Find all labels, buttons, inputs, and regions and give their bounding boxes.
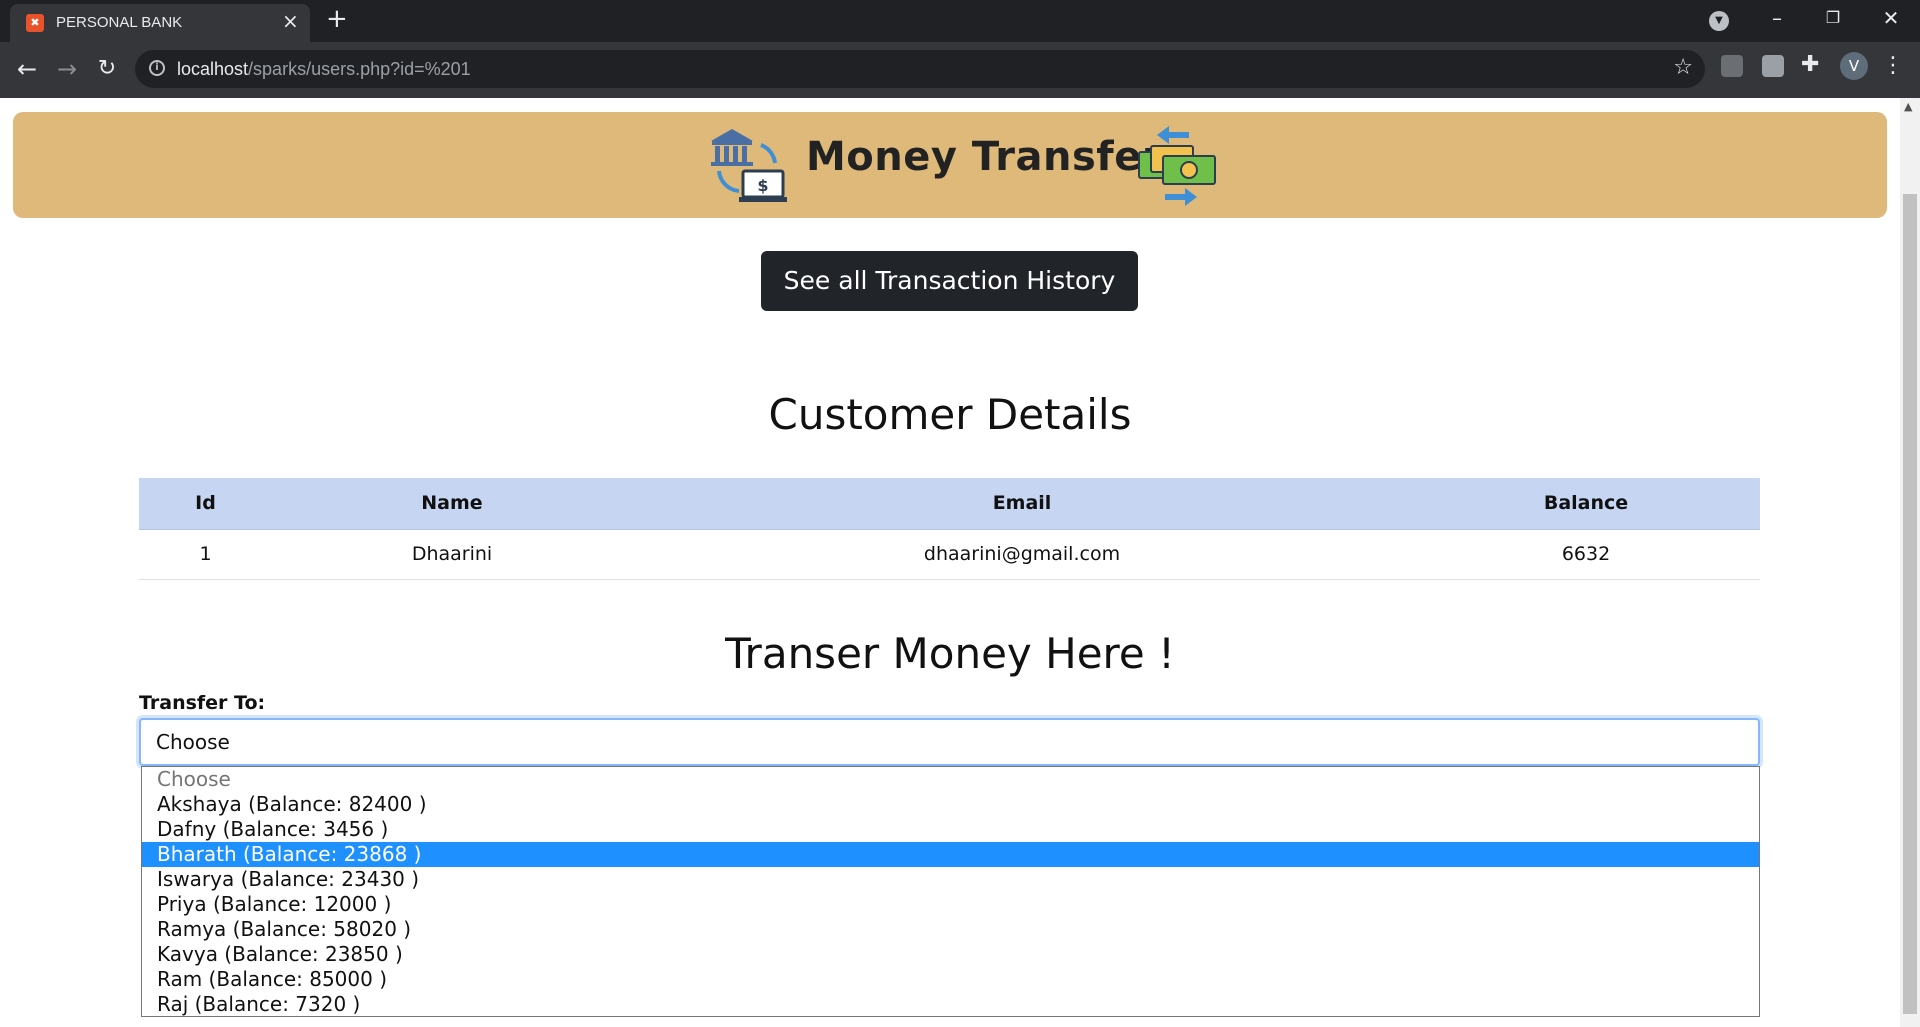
browser-toolbar: ← → ↻ i localhost/sparks/users.php?id=%2… xyxy=(0,42,1920,98)
cell-balance: 6632 xyxy=(1412,529,1760,580)
option-ramya[interactable]: Ramya (Balance: 58020 ) xyxy=(142,917,1759,942)
option-bharath[interactable]: Bharath (Balance: 23868 ) xyxy=(142,842,1759,867)
option-raj[interactable]: Raj (Balance: 7320 ) xyxy=(142,992,1759,1017)
tab-title: PERSONAL BANK xyxy=(56,14,183,31)
minimize-icon[interactable]: – xyxy=(1757,4,1797,32)
column-header-name: Name xyxy=(272,478,632,530)
tab-search-icon[interactable]: ▼ xyxy=(1709,11,1729,31)
transfer-to-label: Transfer To: xyxy=(139,692,266,714)
transfer-options-dropdown: Choose Akshaya (Balance: 82400 ) Dafny (… xyxy=(141,766,1760,1017)
back-icon[interactable]: ← xyxy=(10,52,44,86)
url-text: localhost/sparks/users.php?id=%201 xyxy=(177,59,471,79)
browser-tab-bar: ✖ PERSONAL BANK × + ▼ – ❐ ✕ xyxy=(0,0,1920,42)
option-dafny[interactable]: Dafny (Balance: 3456 ) xyxy=(142,817,1759,842)
scroll-up-arrow-icon[interactable]: ▲ xyxy=(1904,100,1912,113)
restore-icon[interactable]: ❐ xyxy=(1813,4,1853,32)
banner-title: Money Transfer xyxy=(806,134,1163,180)
header-banner: $ Money Transfer xyxy=(13,112,1887,218)
option-kavya[interactable]: Kavya (Balance: 23850 ) xyxy=(142,942,1759,967)
bank-transfer-icon: $ xyxy=(711,129,787,202)
option-iswarya[interactable]: Iswarya (Balance: 23430 ) xyxy=(142,867,1759,892)
address-bar[interactable]: i localhost/sparks/users.php?id=%201 ☆ xyxy=(135,50,1705,88)
customer-details-title: Customer Details xyxy=(768,390,1132,439)
new-tab-icon[interactable]: + xyxy=(326,6,348,32)
column-header-balance: Balance xyxy=(1412,478,1760,530)
table-header-row: Id Name Email Balance xyxy=(139,478,1760,530)
close-window-icon[interactable]: ✕ xyxy=(1871,4,1911,32)
profile-avatar[interactable]: V xyxy=(1840,52,1868,80)
xampp-favicon-icon: ✖ xyxy=(26,14,44,32)
transfer-to-select[interactable]: Choose xyxy=(139,718,1760,766)
page-viewport: $ Money Transfer See all Transaction His… xyxy=(0,98,1900,1027)
extension-icon[interactable] xyxy=(1762,55,1784,77)
option-priya[interactable]: Priya (Balance: 12000 ) xyxy=(142,892,1759,917)
bookmark-star-icon[interactable]: ☆ xyxy=(1673,55,1693,80)
column-header-email: Email xyxy=(632,478,1412,530)
svg-text:$: $ xyxy=(757,176,768,195)
customer-table: Id Name Email Balance 1 Dhaarini dhaarin… xyxy=(139,478,1760,580)
cell-email: dhaarini@gmail.com xyxy=(632,529,1412,580)
transfer-money-title: Transer Money Here ! xyxy=(725,629,1175,678)
table-row: 1 Dhaarini dhaarini@gmail.com 6632 xyxy=(139,529,1760,580)
reload-icon[interactable]: ↻ xyxy=(90,52,124,86)
extension-icon[interactable] xyxy=(1721,55,1743,77)
browser-tab[interactable]: ✖ PERSONAL BANK × xyxy=(10,4,310,42)
forward-icon[interactable]: → xyxy=(50,52,84,86)
option-ram[interactable]: Ram (Balance: 85000 ) xyxy=(142,967,1759,992)
money-exchange-icon xyxy=(1138,126,1216,206)
transaction-history-button[interactable]: See all Transaction History xyxy=(761,251,1138,311)
cell-name: Dhaarini xyxy=(272,529,632,580)
cell-id: 1 xyxy=(139,529,272,580)
browser-menu-icon[interactable]: ⋮ xyxy=(1882,52,1904,80)
extensions-puzzle-icon[interactable]: ✚ xyxy=(1801,52,1819,77)
option-choose[interactable]: Choose xyxy=(142,767,1759,792)
scrollbar-thumb[interactable] xyxy=(1903,194,1917,1014)
tab-close-icon[interactable]: × xyxy=(282,11,299,31)
site-info-icon[interactable]: i xyxy=(149,60,165,76)
page-scrollbar[interactable]: ▲ xyxy=(1900,98,1920,1027)
option-akshaya[interactable]: Akshaya (Balance: 82400 ) xyxy=(142,792,1759,817)
column-header-id: Id xyxy=(139,478,272,530)
